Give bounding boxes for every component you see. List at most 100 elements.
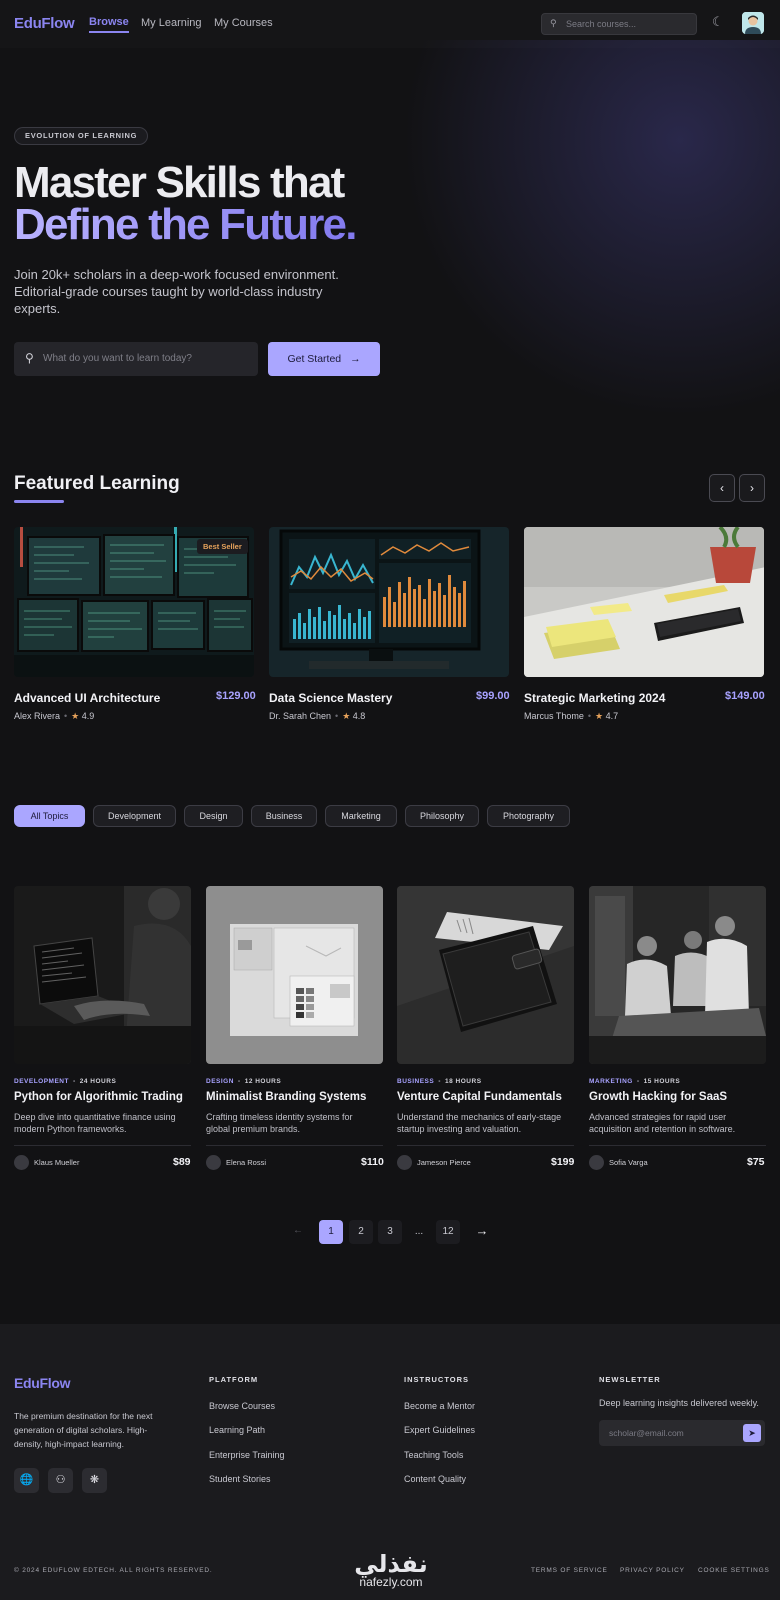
topic-pill-design[interactable]: Design	[184, 805, 243, 827]
course-rating: 4.9	[81, 711, 95, 721]
footer-description: The premium destination for the next gen…	[14, 1411, 153, 1449]
course-author: Dr. Sarah Chen	[269, 711, 332, 721]
featured-title: Featured Learning	[14, 473, 180, 494]
course-card-image[interactable]	[397, 886, 574, 1064]
search-icon: ⚲	[550, 18, 557, 28]
pagination-next[interactable]: →	[470, 1219, 494, 1243]
topic-pill-photography[interactable]: Photography	[487, 805, 570, 827]
footer-link[interactable]: Enterprise Training	[209, 1450, 285, 1460]
nav-search-placeholder: Search courses...	[566, 19, 637, 29]
course-description: Advanced strategies for rapid user acqui…	[589, 1112, 736, 1134]
featured-underline	[14, 500, 64, 503]
user-avatar[interactable]	[742, 12, 764, 34]
topic-pill-marketing[interactable]: Marketing	[325, 805, 397, 827]
footer-link[interactable]: Browse Courses	[209, 1401, 275, 1411]
course-author: Klaus Mueller	[34, 1158, 80, 1167]
legal-link-terms[interactable]: TERMS OF SERVICE	[531, 1567, 608, 1574]
moon-icon[interactable]: ☾	[712, 14, 724, 30]
get-started-label: Get Started	[287, 353, 342, 365]
course-hours: 12 HOURS	[244, 1078, 282, 1085]
course-description: Crafting timeless identity systems for g…	[206, 1112, 353, 1134]
separator-dot: •	[237, 1078, 241, 1085]
course-title[interactable]: Venture Capital Fundamentals	[397, 1091, 562, 1103]
course-price: $89	[173, 1156, 191, 1168]
chevron-left-icon: ‹	[720, 481, 724, 495]
nav-link-my-courses[interactable]: My Courses	[214, 17, 273, 29]
pagination-page-1[interactable]: 1	[319, 1220, 343, 1244]
course-tag: MARKETING • 15 HOURS	[589, 1078, 680, 1085]
copyright-text: © 2024 EDUFLOW EDTECH. ALL RIGHTS RESERV…	[14, 1567, 213, 1574]
course-card-image[interactable]	[206, 886, 383, 1064]
hero-subtitle: Join 20k+ scholars in a deep-work focuse…	[14, 267, 339, 316]
network-icon[interactable]: ❋	[82, 1468, 107, 1493]
star-icon: ★	[342, 711, 351, 721]
featured-course-title[interactable]: Advanced UI Architecture	[14, 691, 160, 705]
send-icon[interactable]: ➤	[743, 1424, 761, 1442]
card-divider	[14, 1145, 191, 1146]
hero-title-line2: Define the Future.	[14, 200, 357, 249]
star-icon: ★	[71, 711, 80, 721]
author-avatar	[14, 1155, 29, 1170]
footer-link[interactable]: Student Stories	[209, 1474, 271, 1484]
footer-logo[interactable]: EduFlow	[14, 1375, 71, 1391]
featured-card-image[interactable]	[269, 527, 509, 677]
footer-link[interactable]: Expert Guidelines	[404, 1425, 475, 1435]
featured-course-meta: Alex Rivera • ★ 4.9	[14, 711, 94, 722]
course-rating: 4.7	[605, 711, 619, 721]
footer-link[interactable]: Learning Path	[209, 1425, 265, 1435]
watermark: نفذلي nafezly.com	[341, 1552, 441, 1588]
pagination-page-2[interactable]: 2	[349, 1220, 373, 1244]
footer-heading-platform: PLATFORM	[209, 1375, 259, 1384]
course-author: Alex Rivera	[14, 711, 61, 721]
legal-link-cookies[interactable]: COOKIE SETTINGS	[698, 1567, 770, 1574]
course-author: Jameson Pierce	[417, 1158, 471, 1167]
separator-dot: •	[72, 1078, 76, 1085]
footer-link[interactable]: Content Quality	[404, 1474, 466, 1484]
separator-dot: •	[636, 1078, 640, 1085]
course-category: BUSINESS	[397, 1078, 435, 1085]
footer-link[interactable]: Become a Mentor	[404, 1401, 475, 1411]
course-card-image[interactable]	[14, 886, 191, 1064]
topic-pill-business[interactable]: Business	[251, 805, 317, 827]
course-hours: 24 HOURS	[79, 1078, 117, 1085]
pagination-page-12[interactable]: 12	[436, 1220, 460, 1244]
course-category: MARKETING	[589, 1078, 633, 1085]
topic-pill-all[interactable]: All Topics	[14, 805, 85, 827]
card-divider	[589, 1145, 766, 1146]
course-tag: BUSINESS • 18 HOURS	[397, 1078, 482, 1085]
course-title[interactable]: Python for Algorithmic Trading	[14, 1091, 183, 1103]
globe-icon[interactable]: 🌐	[14, 1468, 39, 1493]
featured-next-button[interactable]: ›	[739, 474, 765, 502]
footer-link[interactable]: Teaching Tools	[404, 1450, 463, 1460]
get-started-button[interactable]: Get Started →	[268, 342, 380, 376]
community-icon[interactable]: ⚇	[48, 1468, 73, 1493]
newsletter-email-input[interactable]: scholar@email.com ➤	[599, 1420, 765, 1446]
course-rating: 4.8	[352, 711, 366, 721]
course-author: Sofia Varga	[609, 1158, 648, 1167]
nav-link-my-learning[interactable]: My Learning	[141, 17, 202, 29]
course-title[interactable]: Minimalist Branding Systems	[206, 1091, 366, 1103]
hero-search-input[interactable]: ⚲ What do you want to learn today?	[14, 342, 258, 376]
arrow-right-icon: →	[350, 353, 361, 365]
nav-link-browse[interactable]: Browse	[89, 16, 129, 33]
topic-pill-philosophy[interactable]: Philosophy	[405, 805, 479, 827]
nav-search-input[interactable]: ⚲ Search courses...	[541, 13, 697, 35]
separator-dot: •	[587, 711, 592, 721]
search-icon: ⚲	[25, 351, 34, 365]
featured-course-title[interactable]: Data Science Mastery	[269, 691, 392, 705]
card-divider	[206, 1145, 383, 1146]
hero-search-placeholder: What do you want to learn today?	[43, 353, 192, 364]
nav-logo[interactable]: EduFlow	[14, 15, 75, 32]
footer-heading-newsletter: NEWSLETTER	[599, 1375, 661, 1384]
course-title[interactable]: Growth Hacking for SaaS	[589, 1091, 727, 1103]
featured-prev-button[interactable]: ‹	[709, 474, 735, 502]
featured-course-title[interactable]: Strategic Marketing 2024	[524, 691, 665, 705]
topic-pill-development[interactable]: Development	[93, 805, 176, 827]
course-card-image[interactable]	[589, 886, 766, 1064]
featured-course-meta: Dr. Sarah Chen • ★ 4.8	[269, 711, 365, 722]
featured-card-image[interactable]	[524, 527, 764, 677]
pagination-prev[interactable]: ←	[286, 1219, 310, 1243]
legal-link-privacy[interactable]: PRIVACY POLICY	[620, 1567, 685, 1574]
newsletter-text: Deep learning insights delivered weekly.	[599, 1398, 759, 1408]
pagination-page-3[interactable]: 3	[378, 1220, 402, 1244]
